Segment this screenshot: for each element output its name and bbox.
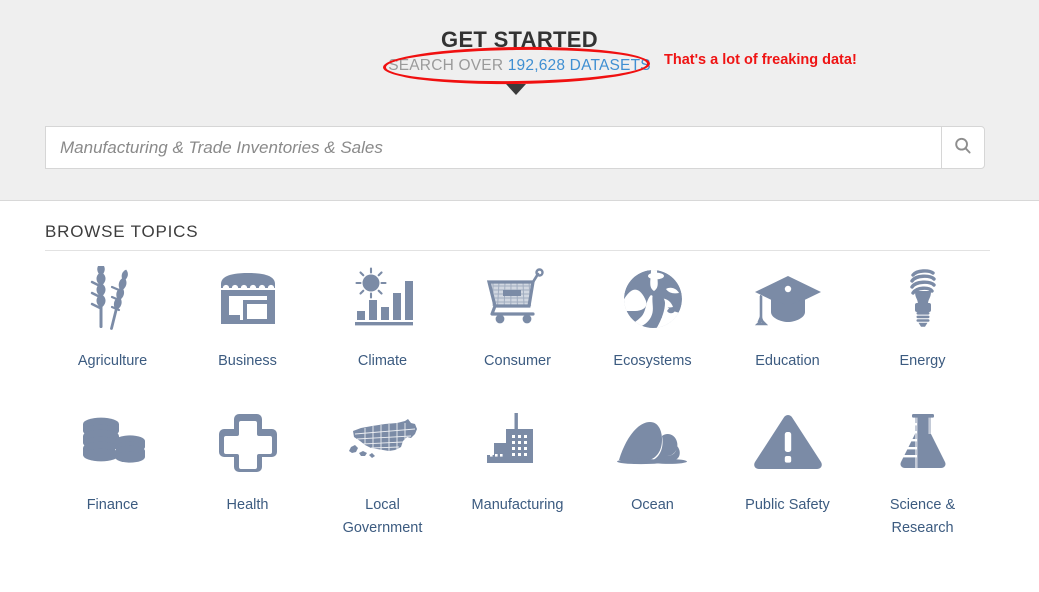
- topic-label: Science & Research: [868, 494, 978, 541]
- chevron-down-icon: [506, 84, 526, 95]
- topic-ecosystems[interactable]: Ecosystems: [585, 263, 720, 407]
- nature-circle-icon: [621, 263, 685, 335]
- topic-manufacturing[interactable]: Manufacturing: [450, 407, 585, 551]
- topic-business[interactable]: Business: [180, 263, 315, 407]
- topic-label: Ecosystems: [613, 350, 691, 373]
- topic-label: Energy: [900, 350, 946, 373]
- topic-science-research[interactable]: Science & Research: [855, 407, 990, 551]
- graduation-cap-icon: [753, 263, 823, 335]
- search-icon: [953, 136, 973, 159]
- topic-label: Ocean: [631, 494, 674, 517]
- shopping-cart-icon: [483, 263, 553, 335]
- topic-label: Health: [227, 494, 269, 517]
- search-over-prefix: SEARCH OVER: [388, 57, 508, 74]
- erlenmeyer-flask-icon: [896, 407, 950, 479]
- page-title: GET STARTED: [0, 27, 1039, 53]
- topic-ocean[interactable]: Ocean: [585, 407, 720, 551]
- topic-label: Finance: [87, 494, 139, 517]
- topic-agriculture[interactable]: Agriculture: [45, 263, 180, 407]
- topic-local-government[interactable]: Local Government: [315, 407, 450, 551]
- topic-label: Local Government: [328, 494, 438, 541]
- topic-consumer[interactable]: Consumer: [450, 263, 585, 407]
- factory-icon: [485, 407, 551, 479]
- usa-map-icon: [345, 407, 421, 479]
- wave-icon: [617, 407, 689, 479]
- topic-education[interactable]: Education: [720, 263, 855, 407]
- topic-public-safety[interactable]: Public Safety: [720, 407, 855, 551]
- topic-label: Education: [755, 350, 820, 373]
- topic-label: Manufacturing: [472, 494, 564, 517]
- topic-label: Climate: [358, 350, 407, 373]
- topic-label: Business: [218, 350, 277, 373]
- medical-cross-icon: [216, 407, 280, 479]
- search-input[interactable]: [45, 126, 941, 169]
- topic-energy[interactable]: Energy: [855, 263, 990, 407]
- coin-stacks-icon: [78, 407, 148, 479]
- dataset-count-link[interactable]: 192,628: [508, 57, 565, 74]
- search-bar: [45, 126, 985, 169]
- wheat-icon: [78, 263, 148, 335]
- sun-barchart-icon: [349, 263, 417, 335]
- topics-grid: Agriculture: [45, 263, 990, 551]
- topic-finance[interactable]: Finance: [45, 407, 180, 551]
- storefront-icon: [213, 263, 283, 335]
- search-button[interactable]: [941, 126, 985, 169]
- hero-section: GET STARTED SEARCH OVER 192,628 DATASETS…: [0, 0, 1039, 201]
- datasets-word-link[interactable]: DATASETS: [565, 57, 651, 74]
- topic-label: Consumer: [484, 350, 551, 373]
- topic-climate[interactable]: Climate: [315, 263, 450, 407]
- cfl-lightbulb-icon: [900, 263, 946, 335]
- browse-heading-wrapper: BROWSE TOPICS: [45, 222, 990, 251]
- browse-topics-section: BROWSE TOPICS: [0, 201, 1039, 592]
- dataset-count-line: SEARCH OVER 192,628 DATASETS: [0, 57, 1039, 75]
- topic-health[interactable]: Health: [180, 407, 315, 551]
- annotation-note: That's a lot of freaking data!: [664, 52, 857, 68]
- topic-label: Public Safety: [745, 494, 830, 517]
- topic-label: Agriculture: [78, 350, 147, 373]
- browse-topics-heading: BROWSE TOPICS: [45, 222, 990, 242]
- warning-triangle-icon: [753, 407, 823, 479]
